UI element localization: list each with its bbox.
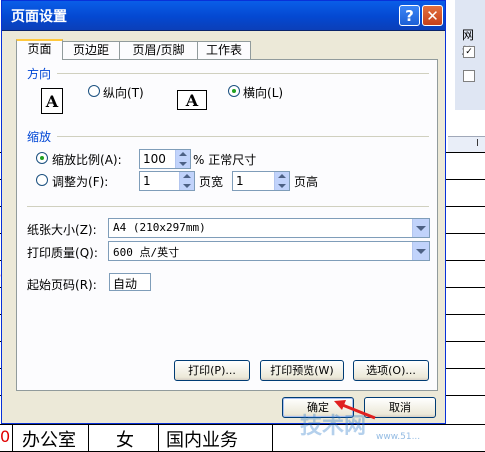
spinner-arrows-icon[interactable] — [274, 172, 289, 190]
print-quality-select[interactable]: 600 点/英寸 — [108, 241, 430, 261]
gridlines-view-checkbox[interactable]: ✓ — [463, 46, 475, 58]
cell-gender[interactable]: 女 — [116, 426, 134, 452]
pages-wide-value: 1 — [143, 174, 151, 188]
scaling-group-label: 缩放 — [27, 130, 52, 144]
paper-size-label: 纸张大小(Z): — [27, 223, 97, 237]
tab-panel-page: 方向 A 纵向(T) A 横向(L) 缩放 缩放比例(A): 100 % 正常尺… — [16, 59, 438, 391]
fit-to-label[interactable]: 调整为(F): — [52, 173, 108, 190]
tab-margins[interactable]: 页边距 — [62, 41, 120, 59]
gridlines-print-checkbox[interactable] — [463, 70, 475, 82]
tab-header-footer[interactable]: 页眉/页脚 — [119, 41, 198, 59]
row-number[interactable]: 0 — [0, 427, 10, 446]
watermark-url: www.51... — [376, 432, 421, 442]
first-page-label: 起始页码(R): — [27, 278, 97, 292]
portrait-radio[interactable] — [88, 85, 100, 97]
spinner-arrows-icon[interactable] — [175, 150, 190, 168]
pages-wide-spinner[interactable]: 1 — [139, 171, 195, 191]
watermark-logo: 技术网 — [300, 414, 367, 439]
scale-percent-spinner[interactable]: 100 — [139, 149, 191, 169]
dialog-title: 页面设置 — [11, 9, 67, 25]
adjust-to-label[interactable]: 缩放比例(A): — [52, 151, 122, 168]
options-button[interactable]: 选项(O)... — [353, 360, 429, 381]
tab-sheet[interactable]: 工作表 — [197, 41, 251, 59]
close-button[interactable]: ✕ — [422, 5, 443, 26]
landscape-label[interactable]: 横向(L) — [243, 84, 283, 101]
chevron-down-icon[interactable] — [412, 219, 429, 237]
cell-business[interactable]: 国内业务 — [166, 426, 238, 452]
print-button[interactable]: 打印(P)... — [174, 360, 250, 381]
print-preview-button[interactable]: 打印预览(W) — [260, 360, 344, 381]
portrait-page-icon: A — [41, 88, 63, 114]
column-header[interactable]: I — [448, 136, 485, 153]
spinner-arrows-icon[interactable] — [179, 172, 194, 190]
pages-tall-label: 页高 — [294, 175, 319, 189]
chevron-down-icon[interactable] — [412, 242, 429, 260]
pages-tall-spinner[interactable]: 1 — [232, 171, 290, 191]
fit-to-radio[interactable] — [36, 174, 48, 186]
adjust-to-radio[interactable] — [36, 152, 48, 164]
scale-percent-value: 100 — [143, 152, 166, 166]
help-button[interactable]: ? — [399, 5, 420, 26]
landscape-radio[interactable] — [228, 85, 240, 97]
landscape-page-icon: A — [177, 90, 207, 110]
print-quality-label: 打印质量(Q): — [27, 246, 98, 260]
print-quality-value: 600 点/英寸 — [113, 246, 180, 259]
first-page-input[interactable]: 自动 — [109, 273, 151, 291]
tab-page[interactable]: 页面 — [16, 39, 63, 60]
page-setup-dialog: 页面设置 ? ✕ 页面 页边距 页眉/页脚 工作表 方向 A 纵向(T) A 横… — [1, 0, 446, 424]
paper-size-value: A4 (210x297mm) — [113, 221, 206, 234]
title-bar[interactable]: 页面设置 ? ✕ — [2, 1, 445, 31]
portrait-label[interactable]: 纵向(T) — [103, 84, 144, 101]
orientation-group-label: 方向 — [27, 67, 52, 81]
normal-size-label: % 正常尺寸 — [193, 153, 257, 167]
paper-size-select[interactable]: A4 (210x297mm) — [108, 218, 430, 238]
pages-tall-value: 1 — [236, 174, 244, 188]
cell-department[interactable]: 办公室 — [22, 426, 76, 452]
pages-wide-label: 页宽 — [199, 175, 224, 189]
